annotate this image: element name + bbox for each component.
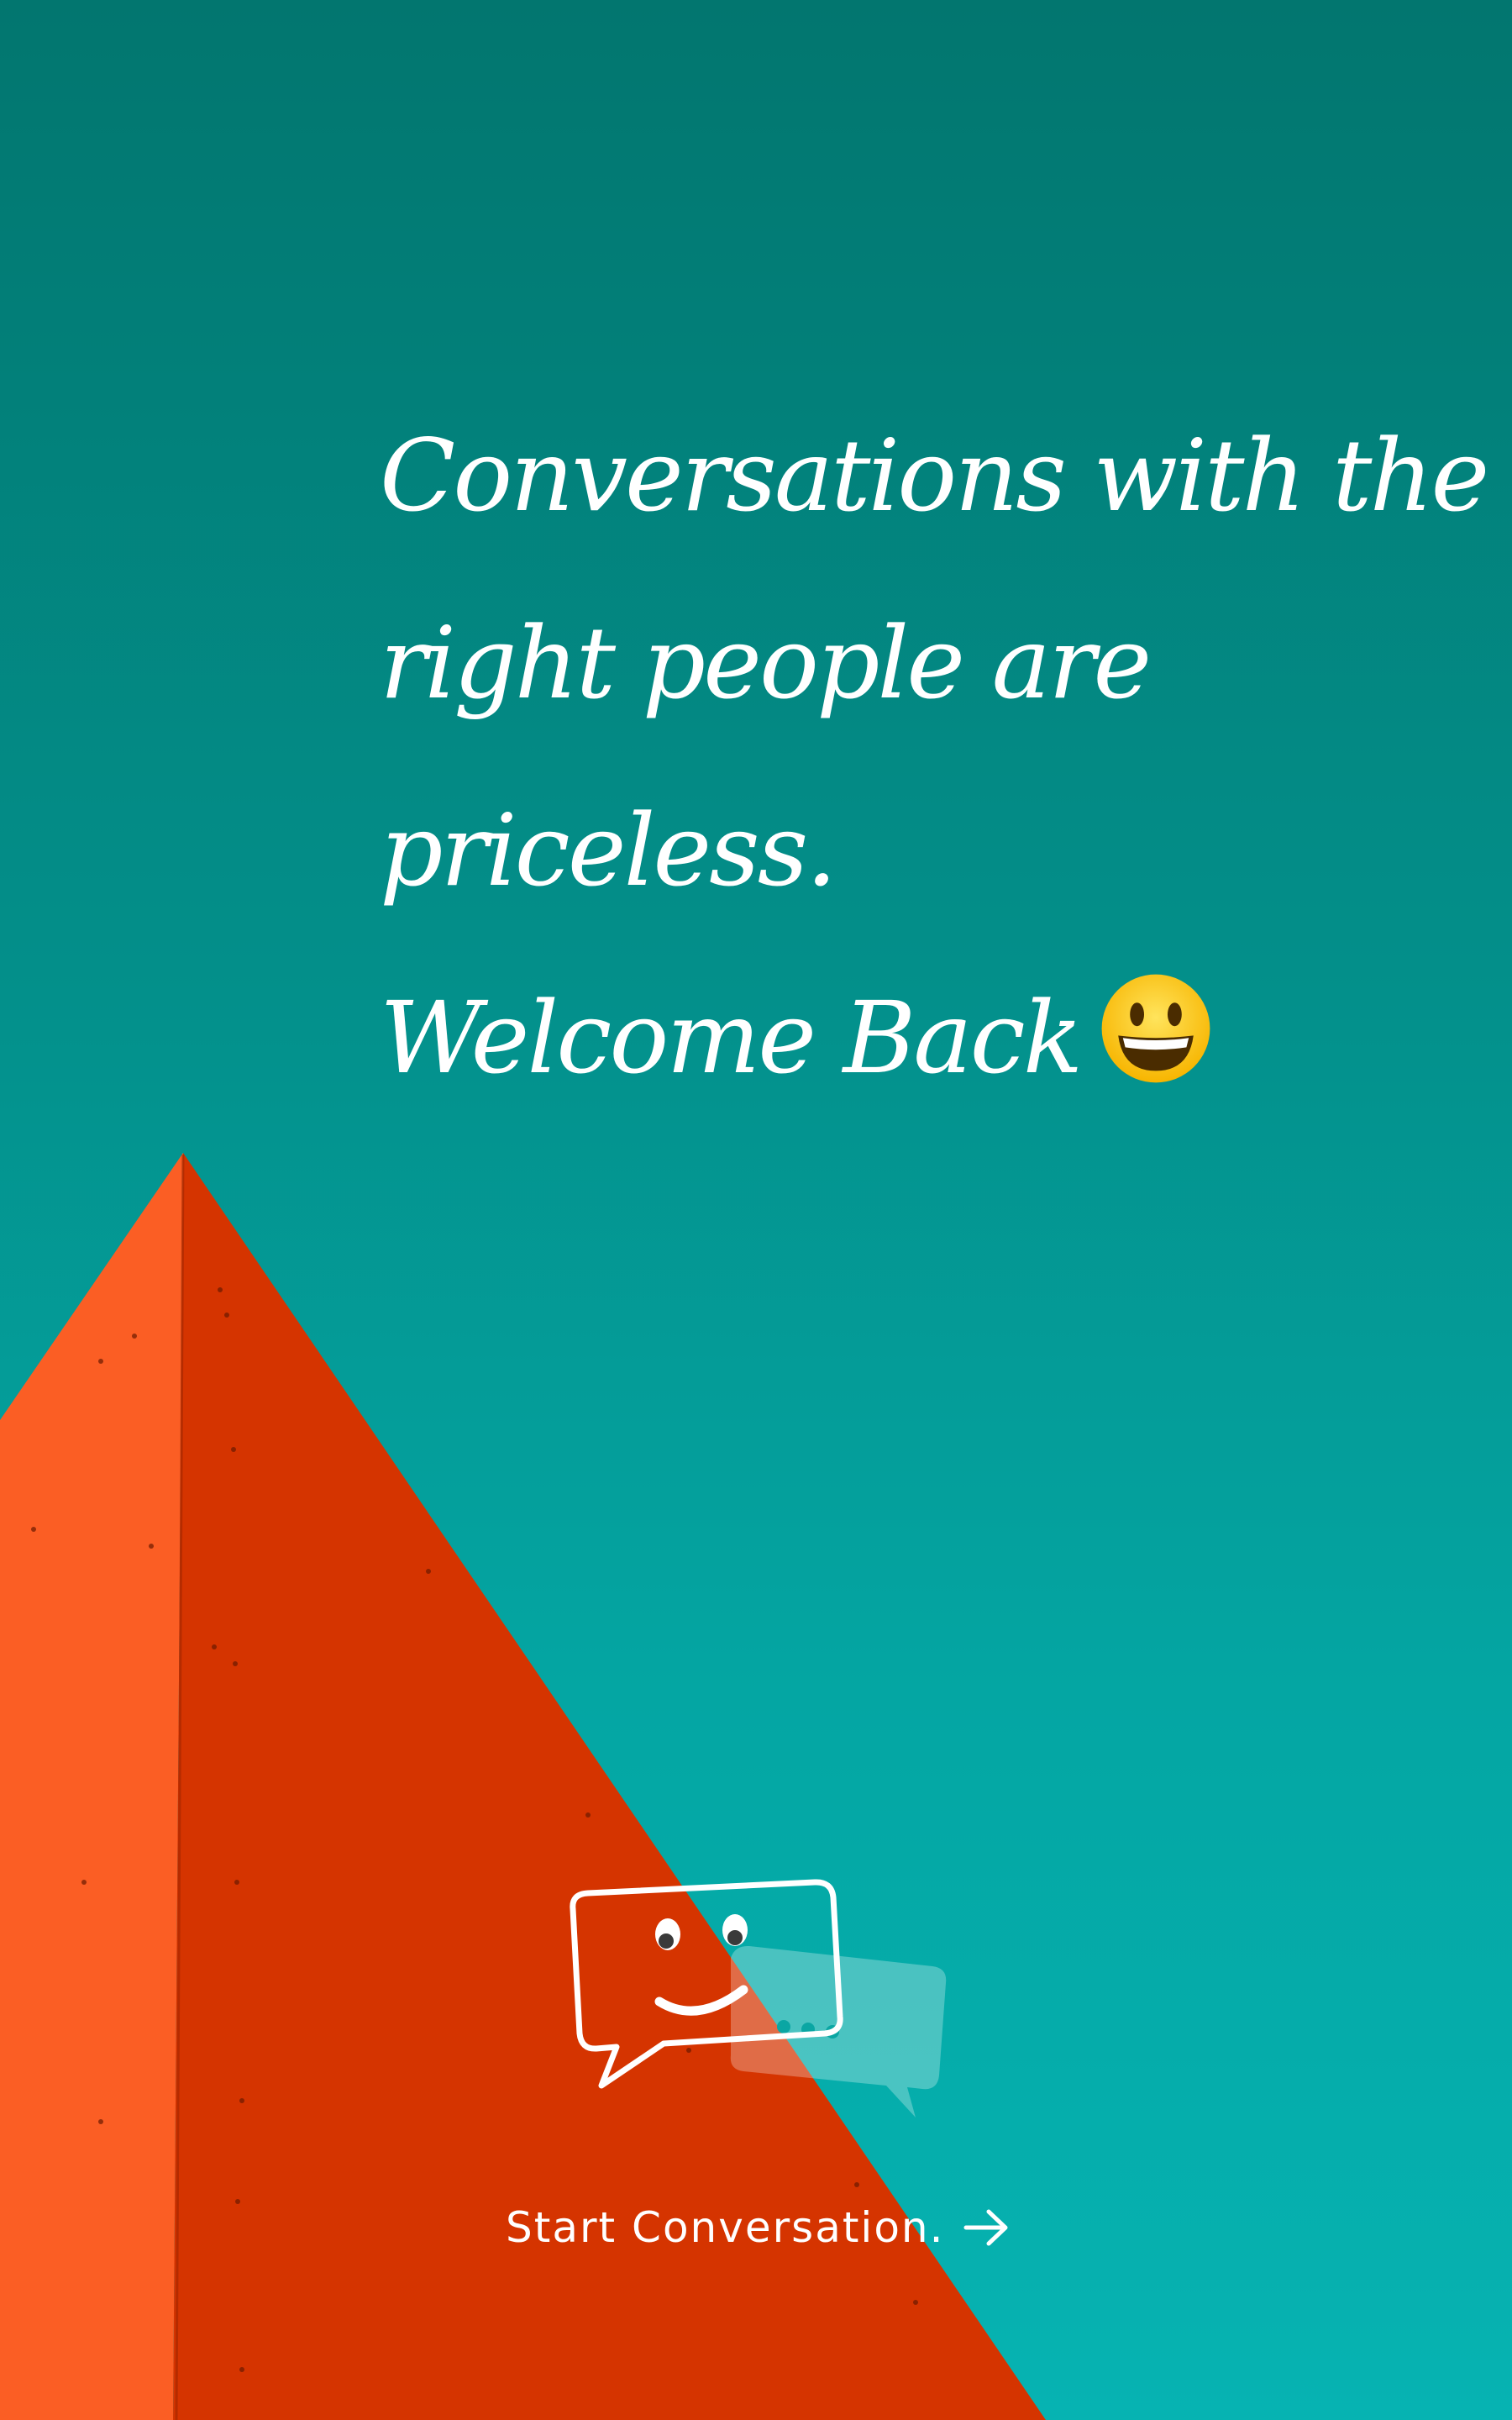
welcome-headline: Conversations with the right people are …: [380, 382, 1489, 1132]
chat-bubble-smiley-icon: [570, 1879, 947, 2118]
headline-line-2: right people are: [380, 605, 1152, 721]
start-conversation-label: Start Conversation.: [506, 2203, 945, 2252]
welcome-back-text: Welcome Back: [380, 980, 1083, 1096]
headline-line-4: Welcome Back: [380, 944, 1371, 1132]
grinning-face-icon: [1101, 974, 1210, 1083]
arrow-right-icon: [963, 2209, 1007, 2246]
pyramid-left-face: [0, 1153, 183, 2420]
headline-line-1: Conversations with the: [380, 418, 1489, 534]
start-conversation-button[interactable]: Start Conversation.: [506, 2203, 1012, 2252]
headline-line-3: priceless.: [380, 792, 837, 908]
